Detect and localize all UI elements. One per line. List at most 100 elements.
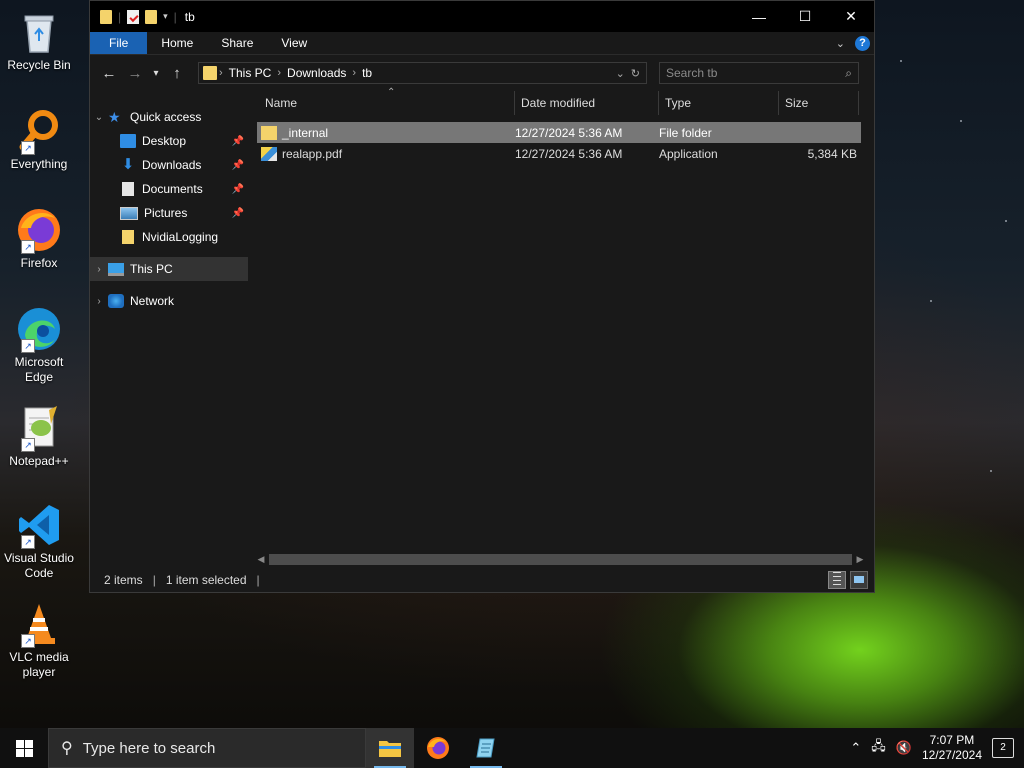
large-icons-view-icon[interactable] (850, 570, 868, 589)
folder-icon (261, 125, 277, 140)
navigation-bar: ← → ▾ ↑ › This PC › Downloads › tb ⌄ ↻ S… (90, 55, 874, 91)
file-type: File folder (659, 125, 712, 140)
back-button[interactable]: ← (96, 65, 122, 82)
desktop-icon-vlc[interactable]: ↗ VLC media player (4, 600, 74, 680)
forward-button[interactable]: → (122, 65, 148, 82)
horizontal-scrollbar[interactable]: ◀ ▶ (255, 551, 866, 567)
file-name: realapp.pdf (282, 146, 343, 161)
details-view-icon[interactable] (828, 570, 846, 589)
desktop-icon-notepadpp[interactable]: ↗ Notepad++ (4, 404, 74, 469)
item-count: 2 items (104, 572, 143, 587)
selection-count: 1 item selected (165, 572, 247, 587)
file-size: 5,384 KB (807, 146, 857, 161)
computer-icon (108, 262, 124, 276)
properties-icon[interactable] (127, 9, 140, 24)
file-explorer-window: | ▾ | tb — ☐ ✕ File Home Share View ⌄ ? … (89, 0, 875, 593)
scrollbar-thumb[interactable] (269, 554, 852, 565)
breadcrumb-downloads[interactable]: Downloads (287, 66, 346, 80)
navigation-pane: ⌄ ★ Quick access Desktop 📌 ⬇ Downloads 📌… (90, 91, 249, 592)
taskbar-file-explorer[interactable] (366, 728, 414, 768)
window-title: tb (184, 9, 195, 24)
search-icon: ⚲ (61, 740, 73, 757)
sidebar-item-network[interactable]: › Network (90, 289, 248, 313)
expand-chevron-icon[interactable]: › (90, 264, 108, 275)
desktop-icon-label: VLC media player (9, 650, 69, 679)
firefox-icon (427, 737, 449, 759)
tab-view[interactable]: View (267, 32, 321, 54)
desktop-icon-label: Firefox (20, 256, 58, 270)
search-input[interactable]: Search tb ⌕ (659, 62, 859, 84)
address-dropdown-icon[interactable]: ⌄ (616, 67, 625, 80)
sort-ascending-icon: ⌃ (387, 87, 396, 98)
sidebar-item-quick-access[interactable]: ⌄ ★ Quick access (90, 105, 248, 129)
status-bar: 2 items | 1 item selected | (90, 567, 874, 592)
show-hidden-icons-icon[interactable]: ⌃ (850, 740, 861, 756)
new-folder-icon[interactable] (145, 9, 158, 24)
clock[interactable]: 7:07 PM 12/27/2024 (922, 733, 982, 763)
sidebar-item-label: Desktop (142, 134, 187, 148)
desktop-icon-label: Microsoft Edge (14, 355, 64, 384)
maximize-button[interactable]: ☐ (782, 1, 828, 32)
sidebar-item-label: This PC (130, 262, 173, 276)
taskbar-notepad[interactable] (462, 728, 510, 768)
desktop-folder-icon (120, 134, 136, 148)
clock-date: 12/27/2024 (921, 748, 982, 762)
column-header-type[interactable]: Type (659, 91, 779, 115)
tab-share[interactable]: Share (207, 32, 267, 54)
sidebar-item-label: Downloads (142, 158, 202, 172)
desktop-icon-label: Recycle Bin (7, 58, 71, 72)
quick-access-toolbar: | ▾ | (90, 9, 177, 24)
sidebar-item-documents[interactable]: Documents 📌 (90, 177, 248, 201)
desktop-icon-everything[interactable]: ↗ Everything (4, 107, 74, 172)
sidebar-item-label: NvidiaLogging (142, 230, 219, 244)
customize-toolbar-icon[interactable]: ▾ (163, 11, 168, 22)
notepad-icon (476, 738, 495, 758)
up-button[interactable]: ↑ (164, 65, 190, 82)
taskbar-firefox[interactable] (414, 728, 462, 768)
scroll-right-icon[interactable]: ▶ (854, 554, 866, 565)
file-row[interactable]: realapp.pdf 12/27/2024 5:36 AM Applicati… (257, 143, 861, 164)
breadcrumb-this-pc[interactable]: This PC (229, 66, 272, 80)
desktop-icon-label: Visual Studio Code (4, 551, 74, 580)
star-icon: ★ (108, 109, 121, 125)
desktop-icon-recycle-bin[interactable]: Recycle Bin (4, 8, 74, 73)
shortcut-arrow-icon: ↗ (21, 339, 35, 353)
column-header-date-modified[interactable]: Date modified (515, 91, 659, 115)
minimize-button[interactable]: — (736, 1, 782, 32)
desktop-icon-firefox[interactable]: ↗ Firefox (4, 206, 74, 271)
everything-icon: ↗ (15, 107, 63, 155)
sidebar-item-downloads[interactable]: ⬇ Downloads 📌 (90, 153, 248, 177)
help-icon[interactable]: ? (855, 35, 870, 51)
file-list-pane: ⌃ Name Date modified Type Size _internal… (249, 87, 874, 592)
collapse-chevron-icon[interactable]: ⌄ (90, 112, 108, 123)
close-button[interactable]: ✕ (828, 1, 874, 32)
sidebar-item-this-pc[interactable]: › This PC (90, 257, 248, 281)
folder-icon (100, 9, 112, 24)
sidebar-item-nvidialogging[interactable]: NvidiaLogging (90, 225, 248, 249)
tab-file[interactable]: File (90, 32, 148, 54)
desktop-icon-edge[interactable]: ↗ Microsoft Edge (4, 305, 74, 385)
volume-muted-icon[interactable]: 🔇 (896, 740, 912, 756)
recent-locations-button[interactable]: ▾ (148, 68, 164, 79)
refresh-icon[interactable]: ↻ (631, 67, 640, 80)
title-bar[interactable]: | ▾ | tb — ☐ ✕ (90, 1, 874, 32)
expand-ribbon-icon[interactable]: ⌄ (836, 37, 845, 50)
taskbar-search-box[interactable]: ⚲ Type here to search (48, 728, 366, 768)
pin-icon: 📌 (231, 207, 244, 219)
notification-center-button[interactable]: 2 (992, 738, 1014, 758)
file-row[interactable]: _internal 12/27/2024 5:36 AM File folder (257, 122, 861, 143)
expand-chevron-icon[interactable]: › (90, 296, 108, 307)
taskbar-search-placeholder: Type here to search (82, 739, 216, 757)
tab-home[interactable]: Home (147, 32, 207, 54)
network-status-icon[interactable]: 🖧 (871, 737, 886, 759)
address-bar[interactable]: › This PC › Downloads › tb ⌄ ↻ (198, 62, 647, 84)
sidebar-item-desktop[interactable]: Desktop 📌 (90, 129, 248, 153)
start-button[interactable] (0, 728, 48, 768)
column-header-size[interactable]: Size (779, 91, 859, 115)
vscode-icon: ↗ (15, 501, 63, 549)
shortcut-arrow-icon: ↗ (21, 240, 35, 254)
scroll-left-icon[interactable]: ◀ (255, 554, 267, 565)
breadcrumb-tb[interactable]: tb (362, 66, 372, 80)
desktop-icon-vscode[interactable]: ↗ Visual Studio Code (4, 501, 74, 581)
sidebar-item-pictures[interactable]: Pictures 📌 (90, 201, 248, 225)
